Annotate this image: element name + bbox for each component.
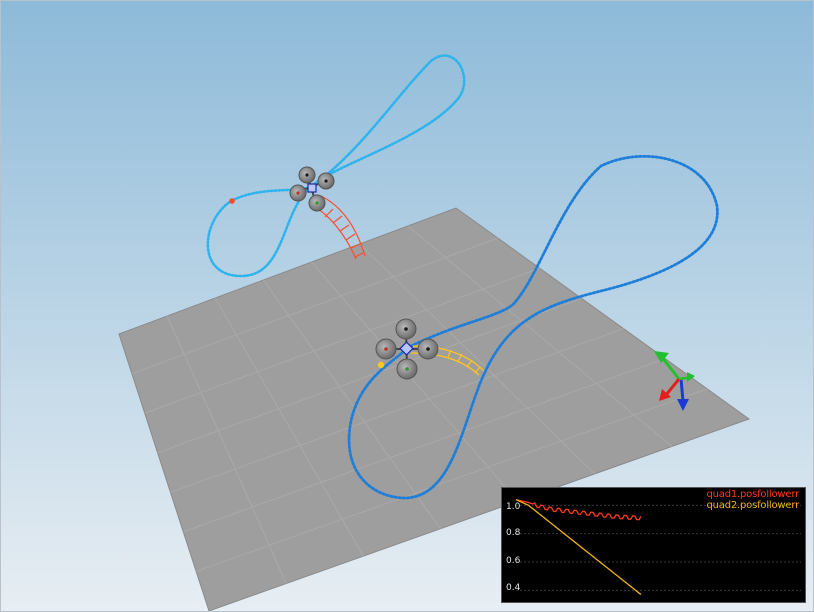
quad2-target-marker [377, 361, 385, 369]
y-tick-label: 0.4 [506, 583, 521, 593]
axis-z [679, 378, 685, 402]
y-tick-label: 0.8 [506, 528, 521, 538]
legend-entry-quad2: quad2.posfollowerr [706, 500, 800, 511]
quad1-target-marker [229, 198, 235, 204]
quad1-body [307, 183, 317, 193]
y-tick-label: 0.6 [506, 556, 521, 566]
y-tick-label: 1.0 [506, 502, 521, 512]
legend-entry-quad1: quad1.posfollowerr [706, 489, 800, 500]
plot-overlay[interactable]: 1.0 0.8 0.6 0.4 quad1.posfollowerr quad2… [501, 487, 806, 603]
3d-viewport[interactable]: 1.0 0.8 0.6 0.4 quad1.posfollowerr quad2… [0, 0, 814, 612]
